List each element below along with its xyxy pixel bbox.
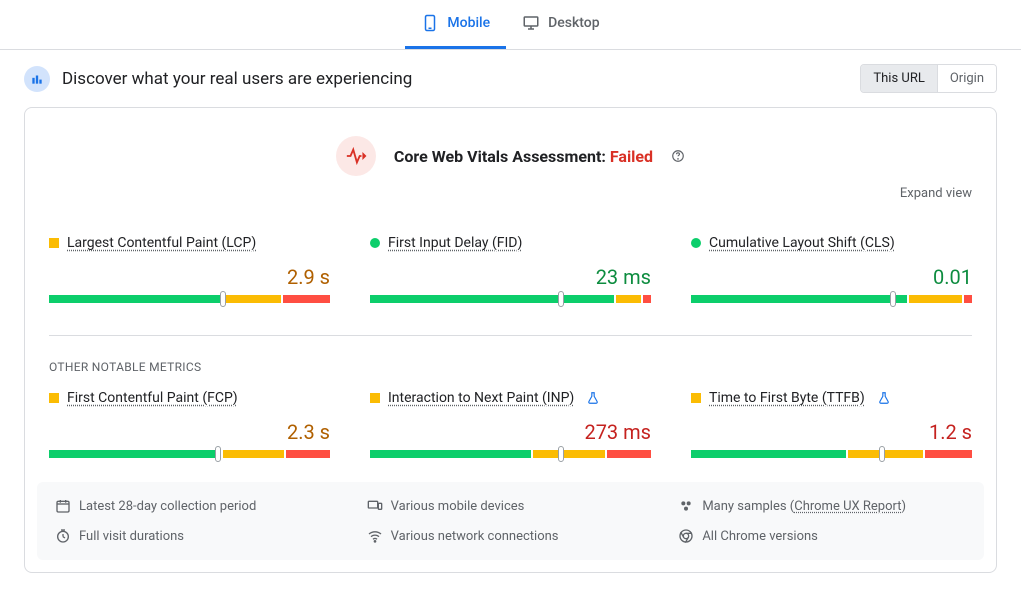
calendar-icon <box>55 498 71 514</box>
metric-ttfb-value: 1.2 s <box>691 420 972 444</box>
chrome-icon <box>678 528 694 544</box>
status-square-icon <box>370 393 380 403</box>
metric-fcp-value: 2.3 s <box>49 420 330 444</box>
footer-devices: Various mobile devices <box>367 498 655 514</box>
wifi-icon <box>367 528 383 544</box>
metric-ttfb: Time to First Byte (TTFB) 1.2 s <box>691 390 972 458</box>
scope-toggle: This URL Origin <box>860 64 997 93</box>
status-square-icon <box>49 238 59 248</box>
pulse-icon <box>336 136 376 176</box>
metric-fcp: First Contentful Paint (FCP) 2.3 s <box>49 390 330 458</box>
metric-lcp-value: 2.9 s <box>49 265 330 289</box>
metric-cls-name[interactable]: Cumulative Layout Shift (CLS) <box>709 235 895 251</box>
status-dot-icon <box>691 238 701 248</box>
marker-icon <box>890 291 896 307</box>
metric-inp: Interaction to Next Paint (INP) 273 ms <box>370 390 651 458</box>
vitals-card: Core Web Vitals Assessment: Failed Expan… <box>24 107 997 573</box>
metric-cls-bar <box>691 295 972 303</box>
footer-period: Latest 28-day collection period <box>55 498 343 514</box>
metric-fid-value: 23 ms <box>370 265 651 289</box>
clock-icon <box>55 528 71 544</box>
marker-icon <box>220 291 226 307</box>
metric-ttfb-name[interactable]: Time to First Byte (TTFB) <box>709 390 865 406</box>
metric-inp-name[interactable]: Interaction to Next Paint (INP) <box>388 390 574 406</box>
device-tabs: Mobile Desktop <box>0 0 1021 50</box>
metric-lcp: Largest Contentful Paint (LCP) 2.9 s <box>49 235 330 303</box>
samples-icon <box>678 498 694 514</box>
metric-lcp-name[interactable]: Largest Contentful Paint (LCP) <box>67 235 256 251</box>
status-dot-icon <box>370 238 380 248</box>
metric-fid-bar <box>370 295 651 303</box>
assessment-status: Failed <box>610 147 653 166</box>
mobile-icon <box>421 14 439 32</box>
expand-view-link[interactable]: Expand view <box>25 186 996 219</box>
footer-versions: All Chrome versions <box>678 528 966 544</box>
tab-mobile[interactable]: Mobile <box>405 0 506 49</box>
footer-samples: Many samples (Chrome UX Report) <box>678 498 966 514</box>
metric-inp-bar <box>370 450 651 458</box>
status-square-icon <box>691 393 701 403</box>
tab-desktop-label: Desktop <box>548 15 599 31</box>
other-metrics-grid: First Contentful Paint (FCP) 2.3 s Inter… <box>25 374 996 482</box>
metric-cls: Cumulative Layout Shift (CLS) 0.01 <box>691 235 972 303</box>
marker-icon <box>879 446 885 462</box>
core-metrics-grid: Largest Contentful Paint (LCP) 2.9 s Fir… <box>25 219 996 327</box>
metric-fid: First Input Delay (FID) 23 ms <box>370 235 651 303</box>
marker-icon <box>558 291 564 307</box>
metric-fcp-bar <box>49 450 330 458</box>
marker-icon <box>558 446 564 462</box>
tab-desktop[interactable]: Desktop <box>506 0 615 49</box>
crux-report-link[interactable]: Chrome UX Report <box>794 499 901 514</box>
metric-cls-value: 0.01 <box>691 265 972 289</box>
toggle-this-url[interactable]: This URL <box>861 65 936 92</box>
metric-inp-value: 273 ms <box>370 420 651 444</box>
experimental-icon <box>877 391 891 405</box>
metric-ttfb-bar <box>691 450 972 458</box>
experimental-icon <box>586 391 600 405</box>
devices-icon <box>367 498 383 514</box>
insights-icon <box>24 66 50 92</box>
desktop-icon <box>522 14 540 32</box>
footer-network: Various network connections <box>367 528 655 544</box>
tab-mobile-label: Mobile <box>447 15 490 31</box>
metric-fid-name[interactable]: First Input Delay (FID) <box>388 235 522 251</box>
toggle-origin[interactable]: Origin <box>937 65 996 92</box>
marker-icon <box>215 446 221 462</box>
help-icon[interactable] <box>671 149 685 163</box>
banner: Discover what your real users are experi… <box>0 50 1021 107</box>
assessment-prefix: Core Web Vitals Assessment: <box>394 147 610 166</box>
other-metrics-header: OTHER NOTABLE METRICS <box>25 336 996 374</box>
banner-title: Discover what your real users are experi… <box>62 69 848 89</box>
metric-fcp-name[interactable]: First Contentful Paint (FCP) <box>67 390 238 406</box>
assessment-row: Core Web Vitals Assessment: Failed <box>25 108 996 186</box>
footer-durations: Full visit durations <box>55 528 343 544</box>
footer-info: Latest 28-day collection period Various … <box>37 482 984 560</box>
assessment-text: Core Web Vitals Assessment: Failed <box>394 147 653 166</box>
status-square-icon <box>49 393 59 403</box>
metric-lcp-bar <box>49 295 330 303</box>
